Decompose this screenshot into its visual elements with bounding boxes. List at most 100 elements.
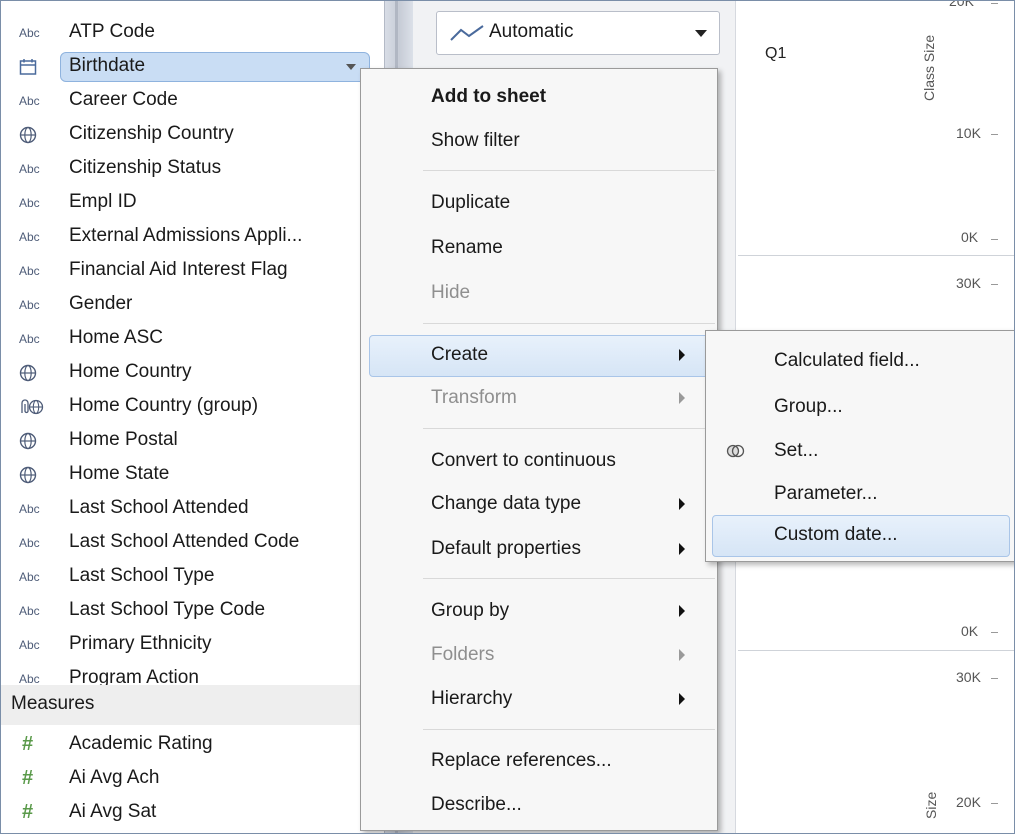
globe-icon bbox=[19, 357, 53, 388]
menu-item-label: Group by bbox=[431, 600, 510, 621]
mark-type-label: Automatic bbox=[489, 21, 574, 42]
field-ai-avg-sat[interactable]: # Ai Avg Sat bbox=[1, 797, 384, 828]
axis-tick-label: 20K bbox=[956, 794, 981, 810]
field-label: Academic Rating bbox=[69, 733, 213, 754]
axis-tick bbox=[991, 134, 998, 135]
menu-separator bbox=[423, 729, 715, 730]
menu-item-label: Default properties bbox=[431, 538, 581, 559]
calendar-icon bbox=[19, 51, 53, 82]
measure-icon: # bbox=[22, 733, 34, 755]
measures-section-header: Measures bbox=[1, 685, 384, 725]
field-label: Home Country bbox=[69, 361, 192, 382]
menu-item-default-properties[interactable]: Default properties bbox=[361, 527, 717, 571]
field-home-state[interactable]: Home State bbox=[1, 459, 384, 490]
field-birthdate[interactable]: Birthdate bbox=[1, 51, 384, 82]
field-ai-avg-ach[interactable]: # Ai Avg Ach bbox=[1, 763, 384, 794]
field-label: Primary Ethnicity bbox=[69, 633, 212, 654]
field-academic-rating[interactable]: # Academic Rating bbox=[1, 729, 384, 760]
menu-item-hierarchy[interactable]: Hierarchy bbox=[361, 677, 717, 721]
menu-item-group-by[interactable]: Group by bbox=[361, 589, 717, 633]
field-atp-code[interactable]: Abc ATP Code bbox=[1, 17, 384, 48]
menu-item-label: Calculated field... bbox=[774, 350, 920, 371]
menu-item-create[interactable]: Create bbox=[361, 333, 717, 377]
pane-divider bbox=[738, 255, 1014, 256]
field-career-code[interactable]: Abc Career Code bbox=[1, 85, 384, 116]
submenu-arrow-icon bbox=[679, 349, 685, 361]
field-label: Financial Aid Interest Flag bbox=[69, 259, 288, 280]
abc-icon: Abc bbox=[19, 569, 40, 584]
menu-separator bbox=[423, 428, 715, 429]
chevron-down-icon[interactable] bbox=[346, 64, 356, 70]
abc-icon: Abc bbox=[19, 501, 40, 516]
menu-item-label: Show filter bbox=[431, 130, 520, 151]
tableau-window: Abc ATP Code Birthdate Abc Career Code C… bbox=[0, 0, 1015, 834]
field-label: Empl ID bbox=[69, 191, 137, 212]
axis-tick-label: 10K bbox=[956, 125, 981, 141]
field-label: Last School Type Code bbox=[69, 599, 266, 620]
field-gender[interactable]: Abc Gender bbox=[1, 289, 384, 320]
menu-item-add-to-sheet[interactable]: Add to sheet bbox=[361, 75, 717, 119]
menu-item-folders: Folders bbox=[361, 633, 717, 677]
axis-tick-label: 30K bbox=[956, 275, 981, 291]
field-label: Last School Type bbox=[69, 565, 215, 586]
submenu-arrow-icon bbox=[679, 392, 685, 404]
create-submenu: Calculated field... Group... Set... Para… bbox=[705, 330, 1014, 562]
field-label: Career Code bbox=[69, 89, 178, 110]
field-home-country[interactable]: Home Country bbox=[1, 357, 384, 388]
field-last-school-type[interactable]: Abc Last School Type bbox=[1, 561, 384, 592]
menu-highlight bbox=[369, 335, 711, 377]
field-external-admissions[interactable]: Abc External Admissions Appli... bbox=[1, 221, 384, 252]
submenu-item-set[interactable]: Set... bbox=[706, 429, 1014, 473]
menu-item-change-data-type[interactable]: Change data type bbox=[361, 482, 717, 526]
field-primary-ethnicity[interactable]: Abc Primary Ethnicity bbox=[1, 629, 384, 660]
mark-type-dropdown[interactable]: Automatic bbox=[436, 11, 720, 55]
submenu-item-custom-date[interactable]: Custom date... bbox=[706, 513, 1014, 557]
submenu-item-parameter[interactable]: Parameter... bbox=[706, 472, 1014, 516]
field-label: Home ASC bbox=[69, 327, 163, 348]
field-financial-aid[interactable]: Abc Financial Aid Interest Flag bbox=[1, 255, 384, 286]
chevron-down-icon bbox=[695, 30, 707, 37]
axis-tick bbox=[991, 284, 998, 285]
axis-tick bbox=[991, 3, 998, 4]
field-label: Home Country (group) bbox=[69, 395, 259, 416]
field-last-school-type-code[interactable]: Abc Last School Type Code bbox=[1, 595, 384, 626]
field-home-postal[interactable]: Home Postal bbox=[1, 425, 384, 456]
field-last-school-attended[interactable]: Abc Last School Attended bbox=[1, 493, 384, 524]
axis-tick bbox=[991, 678, 998, 679]
axis-tick-label: 0K bbox=[961, 623, 979, 639]
menu-item-replace-references[interactable]: Replace references... bbox=[361, 739, 717, 783]
abc-icon: Abc bbox=[19, 25, 40, 40]
field-citizenship-status[interactable]: Abc Citizenship Status bbox=[1, 153, 384, 184]
field-last-school-attended-code[interactable]: Abc Last School Attended Code bbox=[1, 527, 384, 558]
globe-icon bbox=[19, 425, 53, 456]
axis-tick-label: 0K bbox=[961, 229, 979, 245]
field-label: Ai Avg Sat bbox=[69, 801, 157, 822]
menu-item-label: Hide bbox=[431, 282, 471, 303]
field-row-partial bbox=[1, 1, 384, 6]
abc-icon: Abc bbox=[19, 263, 40, 278]
menu-item-describe[interactable]: Describe... bbox=[361, 783, 717, 827]
submenu-arrow-icon bbox=[679, 543, 685, 555]
submenu-arrow-icon bbox=[679, 649, 685, 661]
globe-icon bbox=[19, 459, 53, 490]
abc-icon: Abc bbox=[19, 535, 40, 550]
menu-item-show-filter[interactable]: Show filter bbox=[361, 119, 717, 163]
field-label: Citizenship Status bbox=[69, 157, 222, 178]
field-label: Last School Attended bbox=[69, 497, 249, 518]
field-citizenship-country[interactable]: Citizenship Country bbox=[1, 119, 384, 150]
submenu-item-calculated-field[interactable]: Calculated field... bbox=[706, 339, 1014, 383]
submenu-arrow-icon bbox=[679, 605, 685, 617]
menu-separator bbox=[423, 170, 715, 171]
menu-item-rename[interactable]: Rename bbox=[361, 226, 717, 270]
measure-icon: # bbox=[22, 767, 34, 789]
field-empl-id[interactable]: Abc Empl ID bbox=[1, 187, 384, 218]
measures-header-label: Measures bbox=[11, 693, 95, 714]
menu-item-duplicate[interactable]: Duplicate bbox=[361, 181, 717, 225]
field-home-asc[interactable]: Abc Home ASC bbox=[1, 323, 384, 354]
submenu-item-group[interactable]: Group... bbox=[706, 385, 1014, 429]
field-home-country-group[interactable]: Home Country (group) bbox=[1, 391, 384, 422]
menu-item-transform: Transform bbox=[361, 376, 717, 420]
menu-item-convert-to-continuous[interactable]: Convert to continuous bbox=[361, 439, 717, 483]
abc-icon: Abc bbox=[19, 331, 40, 346]
data-pane: Abc ATP Code Birthdate Abc Career Code C… bbox=[1, 1, 384, 833]
